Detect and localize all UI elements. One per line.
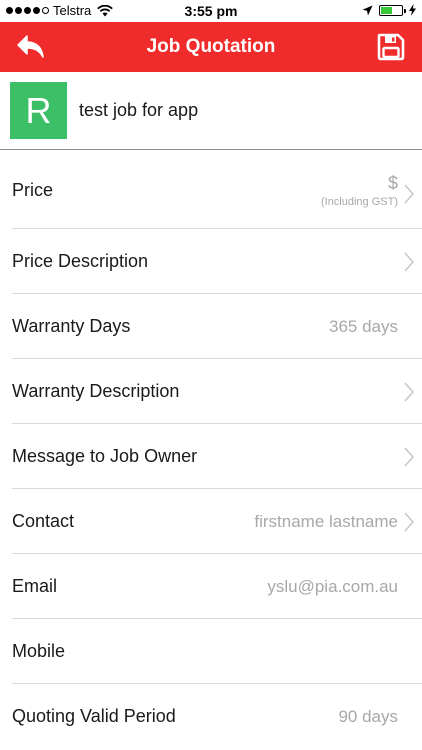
warranty-days-row[interactable]: Warranty Days 365 days <box>0 294 422 359</box>
price-value: $ <box>387 173 398 193</box>
battery-icon <box>379 4 406 16</box>
quoting-valid-period-label: Quoting Valid Period <box>12 706 176 726</box>
status-bar: Telstra 3:55 pm <box>0 0 422 22</box>
chevron-right-icon <box>404 447 414 466</box>
floppy-disk-icon <box>377 33 405 61</box>
chevron-right-icon <box>404 512 414 531</box>
email-label: Email <box>12 576 58 596</box>
quoting-valid-period-row[interactable]: Quoting Valid Period 90 days <box>0 684 422 749</box>
price-label: Price <box>12 179 54 200</box>
warranty-days-label: Warranty Days <box>12 316 131 336</box>
price-gst-note: (Including GST) <box>320 196 398 208</box>
job-header: R test job for app <box>0 72 422 150</box>
warranty-description-row[interactable]: Warranty Description <box>0 359 422 424</box>
back-button[interactable] <box>13 30 49 64</box>
warranty-description-label: Warranty Description <box>12 381 180 401</box>
contact-value: firstname lastname <box>254 511 398 531</box>
chevron-right-icon <box>404 252 414 271</box>
price-row[interactable]: Price $ (Including GST) <box>0 151 422 229</box>
email-value: yslu@pia.com.au <box>267 576 398 596</box>
mobile-label: Mobile <box>12 641 66 661</box>
contact-label: Contact <box>12 511 75 531</box>
chevron-right-icon <box>404 382 414 401</box>
warranty-days-value: 365 days <box>329 316 398 336</box>
status-time: 3:55 pm <box>184 3 238 19</box>
chevron-right-icon <box>404 184 414 204</box>
nav-bar: Job Quotation <box>0 22 422 72</box>
message-to-job-owner-row[interactable]: Message to Job Owner <box>0 424 422 489</box>
email-row[interactable]: Email yslu@pia.com.au <box>0 554 422 619</box>
job-avatar: R <box>10 82 67 139</box>
charging-bolt-icon <box>409 4 416 16</box>
message-label: Message to Job Owner <box>12 446 198 466</box>
price-description-label: Price Description <box>12 251 149 271</box>
mobile-row[interactable]: Mobile <box>0 619 422 684</box>
status-right <box>362 4 416 16</box>
job-title: test job for app <box>79 100 199 120</box>
save-button[interactable] <box>373 30 409 64</box>
contact-row[interactable]: Contact firstname lastname <box>0 489 422 554</box>
back-arrow-icon <box>17 35 44 58</box>
page-title: Job Quotation <box>146 36 276 57</box>
location-arrow-icon <box>362 5 373 15</box>
quotation-form: Price $ (Including GST) Price Descriptio… <box>0 151 422 749</box>
price-description-row[interactable]: Price Description <box>0 229 422 294</box>
quoting-valid-period-value: 90 days <box>338 706 398 726</box>
